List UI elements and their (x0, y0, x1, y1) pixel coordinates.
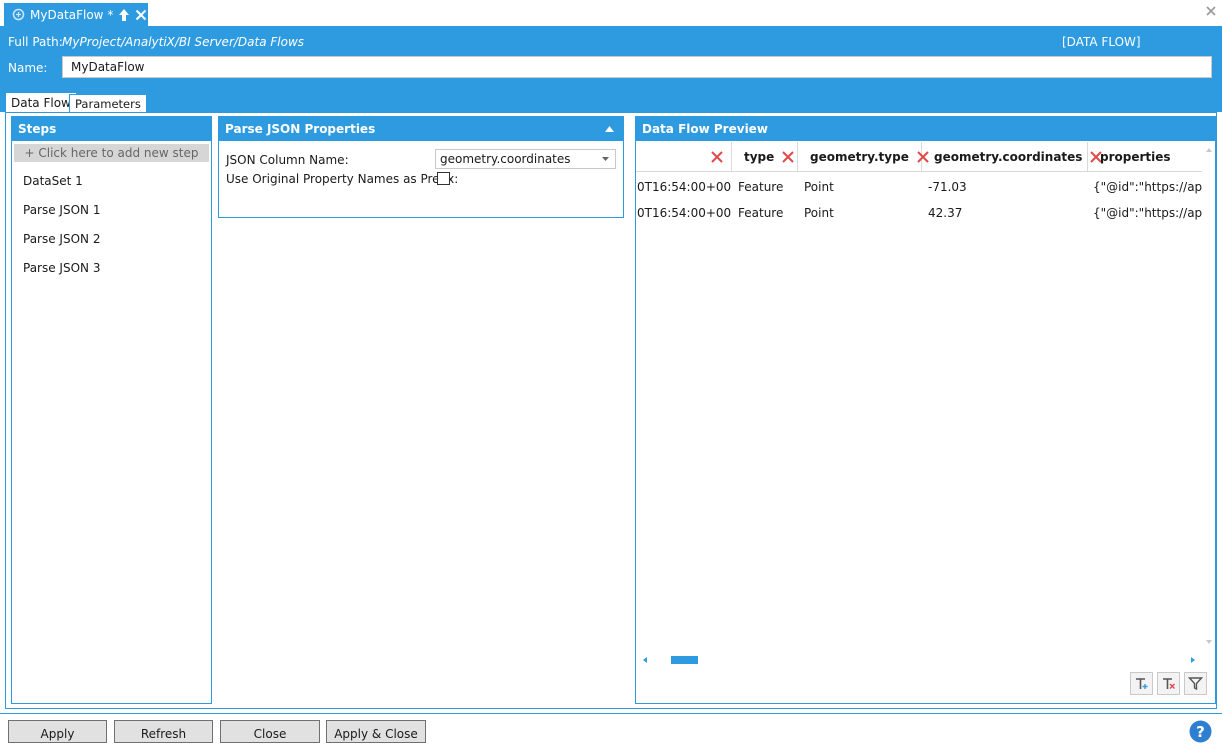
json-column-name-label: JSON Column Name: (226, 153, 349, 167)
document-tab-strip (0, 0, 1222, 26)
steps-panel: Steps + Click here to add new step DataS… (11, 116, 212, 704)
horizontal-scrollbar-thumb[interactable] (671, 656, 698, 664)
scroll-up-icon[interactable] (1206, 148, 1212, 152)
document-tab-title: MyDataFlow * (30, 7, 114, 22)
cell-r0-c3[interactable]: -71.03 (928, 180, 967, 194)
cell-r1-c3[interactable]: 42.37 (928, 206, 962, 220)
preview-title: Data Flow Preview (636, 117, 1215, 141)
cell-r0-c1[interactable]: Feature (738, 180, 783, 194)
add-column-filter-button[interactable] (1130, 672, 1153, 695)
remove-column-filter-button[interactable] (1157, 672, 1180, 695)
svg-text:?: ? (1196, 723, 1205, 741)
scroll-left-icon[interactable] (643, 657, 647, 663)
close-button[interactable]: Close (220, 720, 320, 743)
parse-json-properties-panel: Parse JSON Properties JSON Column Name: … (218, 116, 624, 218)
document-tab[interactable]: MyDataFlow * (4, 3, 148, 26)
remove-column-icon[interactable] (781, 150, 795, 164)
apply-close-button[interactable]: Apply & Close (326, 720, 426, 743)
step-item-parse-json-3[interactable]: Parse JSON 3 (12, 253, 211, 282)
column-header-0[interactable] (636, 142, 732, 172)
column-header-properties[interactable]: properties (1088, 142, 1202, 172)
column-remove-icon (1161, 676, 1176, 691)
refresh-button[interactable]: Refresh (114, 720, 213, 743)
scroll-right-icon[interactable] (1191, 657, 1195, 663)
column-header-type[interactable]: type (732, 142, 798, 172)
remove-column-icon[interactable] (710, 150, 724, 164)
cell-r1-c2[interactable]: Point (804, 206, 834, 220)
json-column-name-select[interactable]: geometry.coordinates (435, 149, 616, 169)
dataflow-icon (12, 8, 25, 21)
name-input[interactable] (62, 56, 1212, 78)
tab-parameters[interactable]: Parameters (69, 94, 147, 113)
prefix-checkbox-label: Use Original Property Names as Prefix: (226, 172, 459, 186)
column-header-geometry-coordinates[interactable]: geometry.coordinates (922, 142, 1103, 172)
funnel-icon (1188, 676, 1203, 691)
apply-button[interactable]: Apply (8, 720, 107, 743)
chevron-down-icon (602, 157, 609, 161)
cell-r1-c1[interactable]: Feature (738, 206, 783, 220)
scroll-down-icon[interactable] (1206, 640, 1212, 644)
steps-title: Steps (12, 117, 211, 141)
prefix-checkbox[interactable] (437, 172, 450, 185)
help-icon[interactable]: ? (1189, 720, 1212, 743)
json-column-name-value: geometry.coordinates (440, 152, 571, 166)
step-item-dataset-1[interactable]: DataSet 1 (12, 166, 211, 195)
close-tab-icon[interactable] (135, 9, 147, 21)
properties-title: Parse JSON Properties (225, 122, 376, 136)
cell-r0-c4[interactable]: {"@id":"https://api.we (1093, 180, 1202, 194)
properties-panel-header: Parse JSON Properties (219, 117, 623, 141)
cell-r0-c2[interactable]: Point (804, 180, 834, 194)
vertical-scrollbar[interactable] (1202, 142, 1215, 650)
add-new-step-button[interactable]: + Click here to add new step (14, 144, 209, 162)
collapse-up-icon[interactable] (605, 126, 614, 132)
step-item-parse-json-2[interactable]: Parse JSON 2 (12, 224, 211, 253)
name-label: Name: (8, 61, 48, 75)
full-path-label: Full Path: (8, 35, 63, 49)
filter-button[interactable] (1184, 672, 1207, 695)
cell-r1-c0[interactable]: 0T16:54:00+00:00 (637, 206, 731, 220)
tab-data-flow[interactable]: Data Flow (5, 92, 77, 113)
window-close-icon[interactable] (1206, 6, 1216, 16)
preview-grid-header: type geometry.type geometry.coordinates … (636, 142, 1202, 172)
cell-r0-c0[interactable]: 0T16:54:00+00:00 (637, 180, 731, 194)
sub-tabs: Data Flow Parameters (0, 92, 1222, 113)
data-flow-preview-panel: Data Flow Preview type geometry.type geo… (635, 116, 1216, 704)
bottom-divider (0, 713, 1222, 714)
cell-r1-c4[interactable]: {"@id":"https://api.we (1093, 206, 1202, 220)
step-item-parse-json-1[interactable]: Parse JSON 1 (12, 195, 211, 224)
column-header-geometry-type[interactable]: geometry.type (798, 142, 929, 172)
object-type-label: [DATA FLOW] (1062, 35, 1141, 49)
full-path-value: MyProject/AnalytiX/BI Server/Data Flows (62, 35, 305, 49)
pin-icon[interactable] (118, 8, 130, 22)
column-add-icon (1134, 676, 1149, 691)
